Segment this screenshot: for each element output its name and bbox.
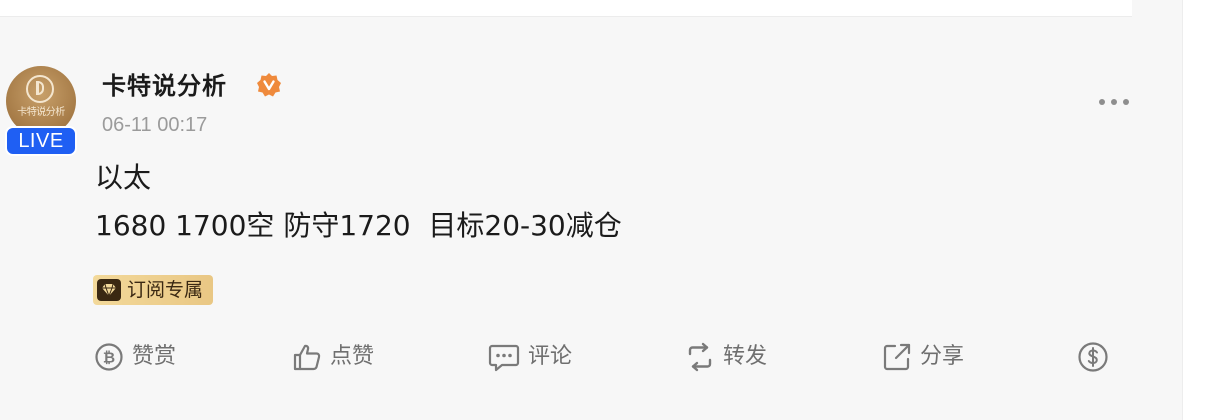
- repost-label: 转发: [723, 344, 768, 369]
- share-button[interactable]: 分享: [882, 340, 964, 374]
- right-scroll-gutter: [1182, 0, 1214, 420]
- more-dot-icon: [1099, 99, 1105, 105]
- subscription-badge-label: 订阅专属: [127, 279, 204, 301]
- dollar-coin-icon: [1078, 342, 1108, 372]
- post-page: 卡特说分析 LIVE 卡特说分析 06-11 00:17 以太 1680 170…: [0, 0, 1182, 420]
- more-dot-icon: [1123, 99, 1129, 105]
- avatar-text: 卡特说分析: [17, 107, 65, 118]
- more-options-button[interactable]: [1094, 92, 1134, 112]
- tip-button[interactable]: [1077, 340, 1109, 374]
- like-label: 点赞: [330, 344, 375, 369]
- thumbs-up-icon: [293, 344, 321, 371]
- post-text-line-1: 以太: [95, 161, 152, 194]
- comment-button[interactable]: 评论: [488, 340, 572, 374]
- live-badge[interactable]: LIVE: [5, 126, 77, 156]
- comment-icon: [488, 344, 520, 372]
- reward-label: 赞赏: [132, 344, 177, 369]
- post-timestamp: 06-11 00:17: [102, 114, 208, 136]
- author-name[interactable]: 卡特说分析: [102, 70, 227, 102]
- repost-icon: [688, 342, 712, 372]
- repost-button[interactable]: 转发: [685, 340, 767, 374]
- like-button[interactable]: 点赞: [292, 340, 374, 374]
- previous-card-edge: [0, 0, 1132, 17]
- coin-icon: ₿: [95, 343, 123, 371]
- share-label: 分享: [920, 344, 965, 369]
- share-icon: [883, 343, 911, 371]
- post-text-line-2: 1680 1700空 防守1720 目标20-30减仓: [95, 209, 622, 242]
- subscription-exclusive-badge[interactable]: 订阅专属: [93, 275, 214, 305]
- comment-label: 评论: [528, 344, 573, 369]
- diamond-icon: [97, 279, 121, 301]
- more-dot-icon: [1111, 99, 1117, 105]
- bitcoin-logo-icon: [26, 75, 54, 103]
- verified-badge-icon: [257, 73, 281, 97]
- svg-text:₿: ₿: [103, 349, 115, 367]
- reward-button[interactable]: ₿ 赞赏: [94, 340, 176, 374]
